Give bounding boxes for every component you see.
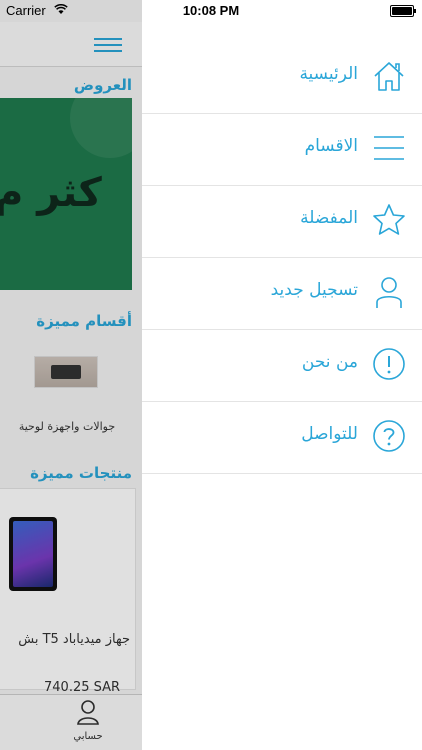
status-time: 10:08 PM: [182, 3, 240, 18]
question-circle-icon: [373, 420, 405, 452]
menu-lines-icon: [374, 136, 404, 160]
menu-item-label: الاقسام: [304, 136, 358, 156]
menu-item-register[interactable]: تسجيل جديد: [142, 258, 422, 330]
battery-icon: [390, 5, 416, 17]
menu-list: الرئيسية الاقسام المفضلة تسجيل جديد من ن…: [142, 42, 422, 474]
menu-item-home[interactable]: الرئيسية: [142, 42, 422, 114]
user-icon: [376, 277, 402, 308]
status-bar: Carrier 10:08 PM: [0, 0, 422, 22]
menu-item-label: للتواصل: [301, 424, 358, 444]
menu-item-categories[interactable]: الاقسام: [142, 114, 422, 186]
menu-item-favorites[interactable]: المفضلة: [142, 186, 422, 258]
menu-item-label: من نحن: [301, 352, 358, 372]
menu-item-label: تسجيل جديد: [270, 280, 358, 300]
menu-item-label: الرئيسية: [299, 64, 358, 84]
background-app: العروض كثر م أقسام مميزة جوالات واجهزة ل…: [0, 0, 142, 750]
star-icon: [373, 204, 405, 235]
side-menu: الرئيسية الاقسام المفضلة تسجيل جديد من ن…: [142, 0, 422, 750]
menu-item-about[interactable]: من نحن: [142, 330, 422, 402]
menu-item-label: المفضلة: [300, 208, 358, 228]
dim-overlay[interactable]: [0, 0, 142, 750]
menu-item-contact[interactable]: للتواصل: [142, 402, 422, 474]
exclamation-circle-icon: [373, 348, 405, 380]
home-icon: [374, 62, 404, 91]
